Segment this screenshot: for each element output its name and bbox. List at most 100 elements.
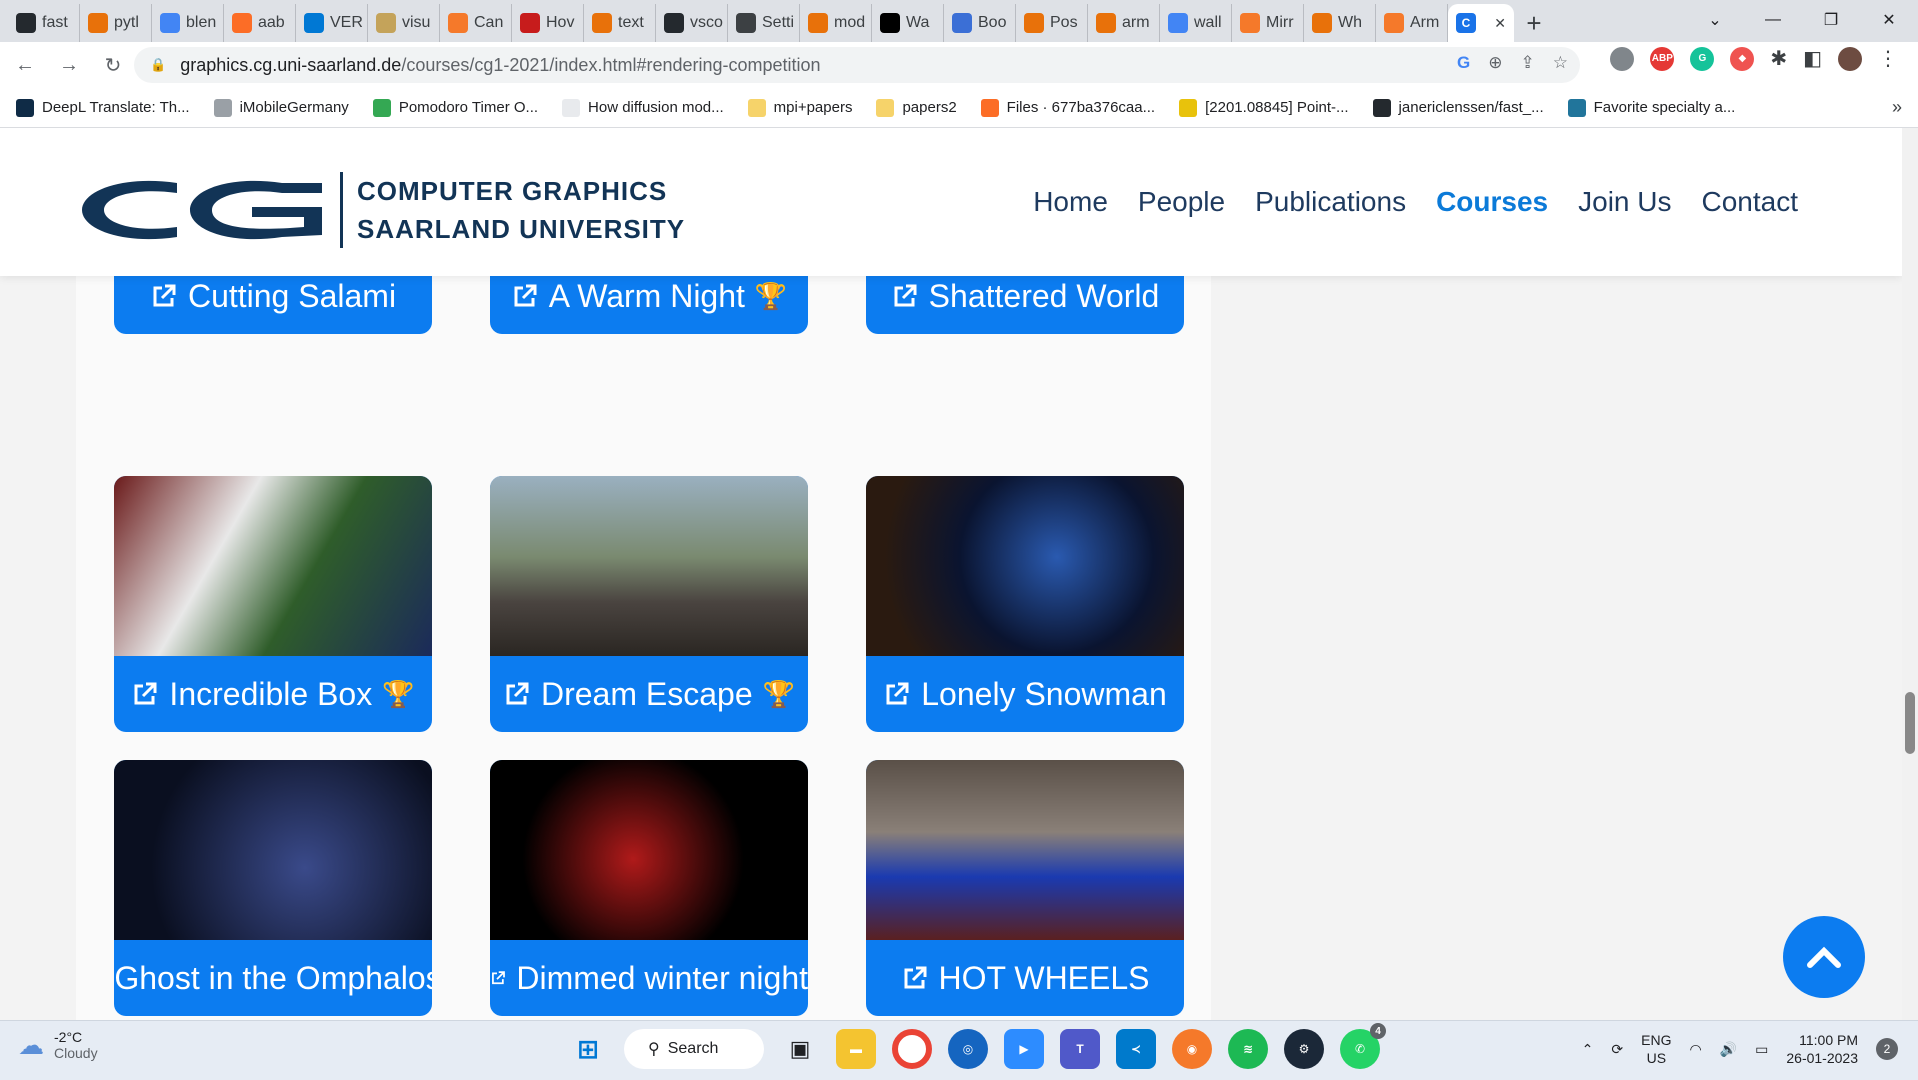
clock[interactable]: 11:00 PM 26-01-2023 [1786,1031,1858,1067]
share-icon[interactable]: ⇪ [1521,53,1535,73]
address-bar[interactable]: 🔒 graphics.cg.uni-saarland.de/courses/cg… [134,47,1580,83]
whatsapp-icon[interactable]: ✆ 4 [1340,1023,1386,1069]
tab-0[interactable]: fast [8,4,80,42]
entry-card[interactable]: Dimmed winter night [490,760,808,1016]
tab-14[interactable]: Pos [1016,4,1088,42]
site-logo[interactable]: COMPUTER GRAPHICS SAARLAND UNIVERSITY [82,172,685,248]
minimize-icon[interactable]: — [1744,0,1802,40]
entry-link-button[interactable]: Ghost in the Omphalos [114,940,432,1016]
tab-15[interactable]: arm [1088,4,1160,42]
tab-5[interactable]: visu [368,4,440,42]
extensions-puzzle-icon[interactable]: ✱ [1770,46,1787,71]
nav-contact[interactable]: Contact [1702,186,1799,218]
bookmark-item[interactable]: iMobileGermany [213,98,349,117]
nav-publications[interactable]: Publications [1255,186,1406,218]
language-indicator[interactable]: ENG US [1641,1031,1671,1067]
sync-icon[interactable]: ⟳ [1611,1041,1623,1058]
wifi-icon[interactable]: ◠ [1689,1041,1701,1058]
entry-card[interactable]: HOT WHEELS [866,760,1184,1016]
nav-join-us[interactable]: Join Us [1578,186,1671,218]
notification-count[interactable]: 2 [1876,1038,1898,1060]
tab-4[interactable]: VER [296,4,368,42]
entry-card[interactable]: Dream Escape 🏆 [490,476,808,732]
entry-render-image[interactable] [114,760,432,940]
taskbar-search[interactable]: ⚲ Search [624,1029,764,1069]
new-tab-button[interactable]: + [1514,4,1554,42]
entry-link-button[interactable]: Dimmed winter night [490,940,808,1016]
tab-8[interactable]: text [584,4,656,42]
bookmark-item[interactable]: Files · 677ba376caa... [980,98,1155,117]
task-view-icon[interactable]: ▣ [780,1029,820,1069]
tab-19[interactable]: Arm [1376,4,1448,42]
entry-render-image[interactable] [490,476,808,656]
teams-icon[interactable]: T [1060,1029,1100,1069]
side-panel-icon[interactable]: ◧ [1803,46,1822,71]
bookmark-item[interactable]: papers2 [876,98,957,117]
entry-link-button[interactable]: Dream Escape 🏆 [490,656,808,732]
adblock-icon[interactable]: ABP [1650,46,1675,71]
reload-icon[interactable]: ↻ [94,46,132,84]
scrollbar-thumb[interactable] [1905,692,1915,754]
bookmark-item[interactable]: mpi+papers [747,98,852,117]
entry-link-button[interactable]: HOT WHEELS [866,940,1184,1016]
entry-link-button[interactable]: Incredible Box 🏆 [114,656,432,732]
vscode-icon[interactable]: ≺ [1116,1029,1156,1069]
tab-18[interactable]: Wh [1304,4,1376,42]
tab-1[interactable]: pytl [80,4,152,42]
tab-3[interactable]: aab [224,4,296,42]
shield-icon[interactable]: ◆ [1730,46,1755,71]
spotify-icon[interactable]: ≋ [1228,1029,1268,1069]
grammarly-icon[interactable]: G [1690,46,1715,71]
lock-icon[interactable]: 🔒 [150,57,166,73]
steam-icon[interactable]: ⚙ [1284,1029,1324,1069]
bookmark-item[interactable]: Pomodoro Timer O... [372,98,538,117]
bookmarks-overflow-button[interactable]: » [1892,97,1902,118]
url-text[interactable]: graphics.cg.uni-saarland.de/courses/cg1-… [180,55,820,76]
zoom-app-icon[interactable]: ▶ [1004,1029,1044,1069]
bookmark-star-icon[interactable]: ☆ [1553,53,1568,73]
nav-home[interactable]: Home [1033,186,1108,218]
bookmark-item[interactable]: DeepL Translate: Th... [16,98,190,117]
entry-card[interactable]: Ghost in the Omphalos [114,760,432,1016]
entry-render-image[interactable] [114,476,432,656]
tab-7[interactable]: Hov [512,4,584,42]
chrome-icon[interactable] [892,1029,932,1069]
bookmark-item[interactable]: janericlenssen/fast_... [1372,98,1544,117]
restore-icon[interactable]: ❐ [1802,0,1860,40]
zoom-icon[interactable]: ⊕ [1488,53,1502,73]
battery-icon[interactable]: ▭ [1755,1041,1768,1058]
bookmark-item[interactable]: [2201.08845] Point-... [1179,98,1349,117]
tab-active[interactable]: C ✕ [1448,4,1514,42]
tab-10[interactable]: Setti [728,4,800,42]
tab-6[interactable]: Can [440,4,512,42]
volume-icon[interactable]: 🔊 [1720,1041,1737,1058]
menu-kebab-icon[interactable]: ⋮ [1878,46,1898,71]
tab-11[interactable]: mod [800,4,872,42]
profile-avatar[interactable] [1838,46,1862,71]
google-icon[interactable]: G [1457,53,1470,73]
tab-9[interactable]: vsco [656,4,728,42]
forward-icon[interactable]: → [50,46,88,84]
back-icon[interactable]: ← [6,46,44,84]
bookmark-item[interactable]: Favorite specialty a... [1567,98,1735,117]
entry-card[interactable]: Incredible Box 🏆 [114,476,432,732]
nav-courses[interactable]: Courses [1436,186,1548,218]
entry-render-image[interactable] [866,476,1184,656]
chevron-up-tray-icon[interactable]: ⌃ [1582,1041,1594,1058]
entry-render-image[interactable] [490,760,808,940]
tab-2[interactable]: blen [152,4,224,42]
close-window-icon[interactable]: ✕ [1860,0,1918,40]
tab-12[interactable]: Wa [872,4,944,42]
start-icon[interactable]: ⊞ [568,1029,608,1069]
tab-17[interactable]: Mirr [1232,4,1304,42]
entry-link-button[interactable]: Lonely Snowman [866,656,1184,732]
entry-card[interactable]: Lonely Snowman [866,476,1184,732]
tab-16[interactable]: wall [1160,4,1232,42]
nav-people[interactable]: People [1138,186,1225,218]
tab-13[interactable]: Boo [944,4,1016,42]
bookmark-item[interactable]: How diffusion mod... [562,98,724,117]
blender-icon[interactable]: ◉ [1172,1029,1212,1069]
file-explorer-icon[interactable]: ▬ [836,1029,876,1069]
scroll-to-top-button[interactable] [1783,916,1865,998]
entry-render-image[interactable] [866,760,1184,940]
